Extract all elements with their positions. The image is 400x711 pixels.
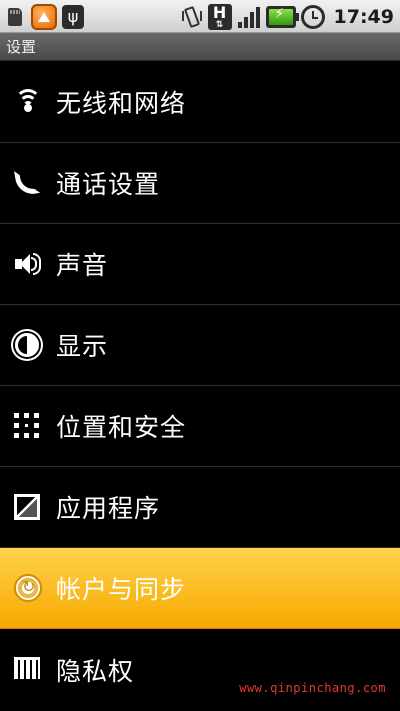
settings-item-label: 应用程序	[56, 494, 161, 523]
settings-list: 无线和网络 通话设置 声音 显示 位置和安全 应用程序 帐户与同步 隐私权	[0, 62, 400, 710]
sync-icon	[0, 548, 56, 629]
settings-item-label: 帐户与同步	[56, 575, 187, 604]
settings-item-call[interactable]: 通话设置	[0, 143, 400, 224]
settings-item-label: 声音	[56, 251, 109, 280]
hsdpa-icon: H ⇅	[207, 3, 232, 30]
warning-icon	[31, 3, 57, 30]
battery-charging-icon	[265, 5, 299, 28]
speaker-icon	[0, 224, 56, 305]
settings-item-location-security[interactable]: 位置和安全	[0, 386, 400, 467]
settings-item-label: 位置和安全	[56, 413, 187, 442]
alarm-icon	[300, 4, 325, 29]
location-grid-icon	[0, 386, 56, 467]
settings-item-privacy[interactable]: 隐私权	[0, 629, 400, 710]
settings-item-sound[interactable]: 声音	[0, 224, 400, 305]
sd-card-icon	[4, 6, 26, 28]
settings-item-display[interactable]: 显示	[0, 305, 400, 386]
privacy-icon	[0, 629, 56, 710]
status-clock: 17:49	[333, 5, 394, 28]
page-title: 设置	[0, 33, 400, 61]
settings-item-accounts-sync[interactable]: 帐户与同步	[0, 548, 400, 629]
settings-item-label: 隐私权	[56, 656, 135, 686]
usb-icon: ψ	[62, 4, 84, 29]
brightness-icon	[0, 305, 56, 386]
phone-icon	[0, 143, 56, 224]
vibrate-icon	[181, 5, 203, 29]
settings-item-label: 无线和网络	[56, 89, 187, 118]
settings-item-label: 显示	[56, 332, 109, 361]
settings-item-applications[interactable]: 应用程序	[0, 467, 400, 548]
applications-icon	[0, 467, 56, 548]
signal-icon	[237, 5, 261, 29]
watermark: www.qinpinchang.com	[239, 681, 386, 695]
settings-item-wireless[interactable]: 无线和网络	[0, 62, 400, 143]
wifi-icon	[0, 62, 56, 143]
status-bar[interactable]: ψ H⇅ 17:49	[0, 0, 400, 33]
settings-item-label: 通话设置	[56, 170, 161, 199]
